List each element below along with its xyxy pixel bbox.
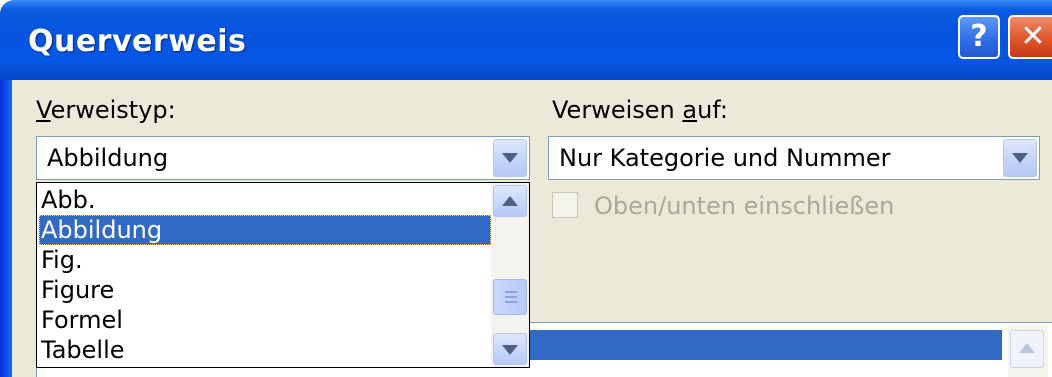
chevron-down-icon [502, 153, 518, 163]
insert-reference-to-value: Nur Kategorie und Nummer [559, 144, 891, 172]
dropdown-scrollbar[interactable] [491, 183, 529, 367]
title-bar[interactable]: Querverweis ? ✕ [0, 0, 1052, 80]
list-item-selected[interactable]: Abbildung [39, 215, 491, 245]
reference-type-dropdown-button[interactable] [493, 139, 527, 177]
reference-items-selected-row[interactable] [490, 330, 1002, 360]
insert-reference-to-dropdown-button[interactable] [1003, 139, 1037, 177]
scroll-up-button[interactable] [493, 185, 527, 217]
insert-reference-to-label-before: Verweisen [552, 96, 683, 124]
scroll-down-button[interactable] [493, 333, 527, 365]
reference-type-dropdown-list[interactable]: Abb. Abbildung Fig. Figure Formel Tabell… [36, 182, 530, 368]
include-above-below-label: Oben/unten einschließen [594, 192, 895, 220]
reference-type-combobox[interactable]: Abbildung [36, 136, 530, 180]
grip-line [505, 301, 517, 303]
chevron-down-icon [502, 345, 518, 355]
list-item[interactable]: Fig. [39, 245, 491, 275]
insert-reference-to-label-after: uf: [697, 96, 728, 124]
insert-reference-to-combobox[interactable]: Nur Kategorie und Nummer [548, 136, 1040, 180]
reference-items-scrollbar[interactable] [1008, 326, 1048, 377]
chevron-up-icon [1019, 343, 1035, 353]
insert-reference-to-label-accesskey: a [682, 96, 698, 124]
scrollbar-thumb[interactable] [493, 279, 527, 315]
chevron-up-icon [502, 196, 518, 206]
scroll-up-button[interactable] [1010, 330, 1044, 368]
grip-line [505, 296, 517, 298]
dialog-title: Querverweis [28, 24, 247, 59]
include-above-below-checkbox[interactable] [552, 192, 578, 218]
grip-line [505, 291, 517, 293]
list-item[interactable]: Tabelle [39, 335, 491, 365]
reference-type-label-accesskey: V [36, 96, 51, 124]
list-item[interactable]: Formel [39, 305, 491, 335]
cross-reference-dialog: Querverweis ? ✕ Verweistyp: Abbildung Ve… [0, 0, 1052, 377]
reference-type-value: Abbildung [47, 144, 169, 172]
window-frame [0, 80, 12, 377]
list-item[interactable]: Figure [39, 275, 491, 305]
insert-reference-to-label: Verweisen auf: [552, 96, 728, 124]
close-button[interactable]: ✕ [1008, 15, 1052, 59]
chevron-down-icon [1012, 153, 1028, 163]
reference-type-label-text: erweistyp: [50, 96, 176, 124]
help-button[interactable]: ? [958, 15, 1000, 59]
reference-type-label: Verweistyp: [36, 96, 176, 124]
list-item[interactable]: Abb. [39, 185, 491, 215]
